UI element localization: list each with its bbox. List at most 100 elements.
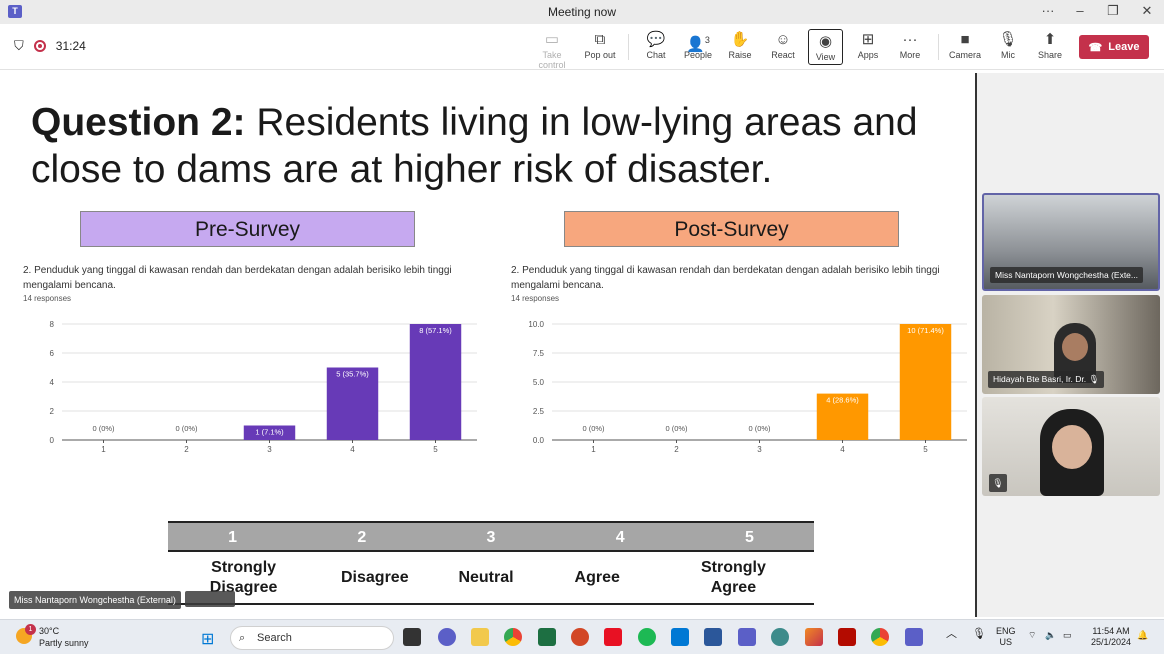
volume-icon[interactable]: 🔈 — [1045, 630, 1056, 641]
teams-chat-icon[interactable] — [438, 628, 456, 646]
shared-screen: Question 2: Residents living in low-lyin… — [7, 73, 975, 617]
x-tick-label: 2 — [674, 445, 679, 454]
scale-label: Strongly Agree — [700, 558, 766, 596]
y-tick-label: 4 — [50, 378, 55, 387]
raise-hand-icon: ✋ — [730, 31, 750, 48]
leave-button[interactable]: ☎ Leave — [1079, 35, 1149, 59]
data-label: 0 (0%) — [175, 424, 198, 433]
minimize-button[interactable]: – — [1070, 3, 1090, 18]
share-button[interactable]: ⬆ Share — [1028, 28, 1072, 68]
pre-survey-bar-chart: 0 2 4 6 8 0 (0%) 1 0 (0%) 2 1 (7.1%) 3 5 (35.7%) 4 8 … — [50, 320, 477, 454]
chrome-profile-icon[interactable] — [871, 628, 889, 646]
camera-button[interactable]: ■ Camera — [943, 28, 987, 68]
more-button[interactable]: ··· More — [888, 28, 932, 68]
powerpoint-icon[interactable] — [571, 628, 589, 646]
data-label: 0 (0%) — [582, 424, 605, 433]
notification-bell-icon[interactable]: 🔔 — [1137, 630, 1148, 641]
task-view-icon[interactable] — [403, 628, 421, 646]
chevron-up-icon[interactable]: ︿ — [946, 629, 957, 640]
mic-button[interactable]: 🎙 Mic — [986, 28, 1030, 68]
window-more-icon[interactable]: ··· — [1038, 3, 1058, 18]
scale-number: 1 — [228, 529, 238, 546]
view-button[interactable]: ◉ View — [808, 29, 843, 65]
chrome-icon[interactable] — [504, 628, 522, 646]
data-label: 0 (0%) — [92, 424, 115, 433]
smiley-icon: ☺ — [775, 31, 791, 48]
meeting-timer: 31:24 — [55, 39, 86, 53]
microphone-icon[interactable]: 🎙 — [972, 629, 986, 640]
take-control-button[interactable]: ▭ Take control — [530, 28, 574, 70]
participant-face — [1052, 425, 1092, 469]
participant-name: Miss Nantaporn Wongchestha (Exte... — [990, 267, 1143, 283]
post-chart-question: 2. Penduduk yang tinggal di kawasan rend… — [511, 265, 940, 291]
apps-button[interactable]: ⊞ Apps — [846, 28, 890, 68]
participant-gallery: Miss Nantaporn Wongchestha (Exte... Hida… — [977, 73, 1164, 617]
toolbar-divider — [628, 34, 629, 60]
teams-active-icon[interactable] — [905, 628, 923, 646]
pop-out-button[interactable]: ⧉ Pop out — [578, 28, 622, 68]
red-app-icon[interactable] — [604, 628, 622, 646]
presenter-name-tag: Miss Nantaporn Wongchestha (External) — [9, 591, 181, 609]
outlook-icon[interactable] — [671, 628, 689, 646]
battery-icon[interactable]: ▭ — [1063, 630, 1072, 641]
spotify-icon[interactable] — [638, 628, 656, 646]
language-indicator[interactable]: ENG US — [996, 626, 1016, 648]
y-tick-label: 2.5 — [533, 407, 545, 416]
excel-icon[interactable] — [538, 628, 556, 646]
recording-icon — [33, 40, 46, 52]
more-dots-icon: ··· — [902, 31, 918, 48]
restore-button[interactable]: ❐ — [1103, 3, 1123, 19]
x-tick-label: 3 — [757, 445, 762, 454]
y-tick-label: 6 — [50, 349, 55, 358]
acrobat-icon[interactable] — [838, 628, 856, 646]
search-icon: ⌕ — [239, 632, 246, 644]
y-tick-label: 8 — [50, 320, 55, 329]
meeting-status: ⛉ 31:24 — [14, 38, 86, 54]
participant-tile[interactable]: Hidayah Bte Basri, Ir. Dr. 🎙 — [982, 295, 1160, 394]
x-tick-label: 4 — [840, 445, 845, 454]
people-button[interactable]: 👤3 People — [676, 28, 720, 68]
close-button[interactable]: ✕ — [1137, 3, 1157, 19]
phone-hangup-icon: ☎ — [1088, 41, 1103, 54]
file-explorer-icon[interactable] — [471, 628, 489, 646]
title-bar: T Meeting now ··· – ❐ ✕ — [0, 0, 1164, 24]
clock[interactable]: 11:54 AM 25/1/2024 — [1086, 626, 1136, 648]
participant-name: Hidayah Bte Basri, Ir. Dr. 🎙 — [988, 371, 1105, 388]
presenter-controls[interactable] — [185, 591, 235, 607]
windows-taskbar: 1 30°C Partly sunny ⊞ ⌕ Search ︿ 🎙 ENG US ⌔… — [0, 619, 1164, 654]
x-tick-label: 4 — [350, 445, 355, 454]
windows-start-icon[interactable]: ⊞ — [201, 629, 214, 649]
slide-title: Question 2: Residents living in low-lyin… — [31, 101, 918, 191]
word-icon[interactable] — [704, 628, 722, 646]
bar — [409, 324, 462, 440]
raise-hand-button[interactable]: ✋ Raise — [718, 28, 762, 68]
view-icon: ◉ — [818, 33, 833, 50]
scale-label: Disagree — [341, 568, 409, 586]
chat-icon: 💬 — [646, 31, 666, 48]
chat-button[interactable]: 💬 Chat — [634, 28, 678, 68]
x-tick-label: 5 — [923, 445, 928, 454]
data-label: 1 (7.1%) — [255, 428, 284, 437]
y-tick-label: 5.0 — [533, 378, 545, 387]
teams-icon[interactable] — [738, 628, 756, 646]
post-survey-bar-chart: 0.0 2.5 5.0 7.5 10.0 0 (0%) 1 0 (0%) 2 0 (0%) 3 4 (… — [528, 320, 967, 454]
wifi-icon[interactable]: ⌔ — [1028, 630, 1036, 641]
x-tick-label: 2 — [184, 445, 189, 454]
react-button[interactable]: ☺ React — [761, 28, 805, 68]
pre-chart-responses: 14 responses — [23, 294, 72, 303]
y-tick-label: 2 — [50, 407, 55, 416]
taskbar-search[interactable]: ⌕ Search — [230, 626, 394, 650]
search-app-icon[interactable] — [771, 628, 789, 646]
data-label: 10 (71.4%) — [907, 326, 944, 335]
weather-badge: 1 — [25, 624, 36, 635]
participant-tile[interactable]: 🎙 — [982, 397, 1160, 496]
matlab-icon[interactable] — [805, 628, 823, 646]
bar — [899, 324, 952, 440]
weather-widget[interactable]: 30°C Partly sunny — [39, 625, 89, 649]
likert-scale-table: 1 2 3 4 5 Strongly Disagree Disagree Neu… — [168, 521, 814, 605]
mic-muted-icon: 🎙 — [1088, 374, 1100, 384]
scale-label: Agree — [574, 568, 620, 586]
post-survey-label: Post-Survey — [564, 211, 899, 247]
participant-tile[interactable]: Miss Nantaporn Wongchestha (Exte... — [982, 193, 1160, 291]
pop-out-icon: ⧉ — [594, 31, 606, 48]
